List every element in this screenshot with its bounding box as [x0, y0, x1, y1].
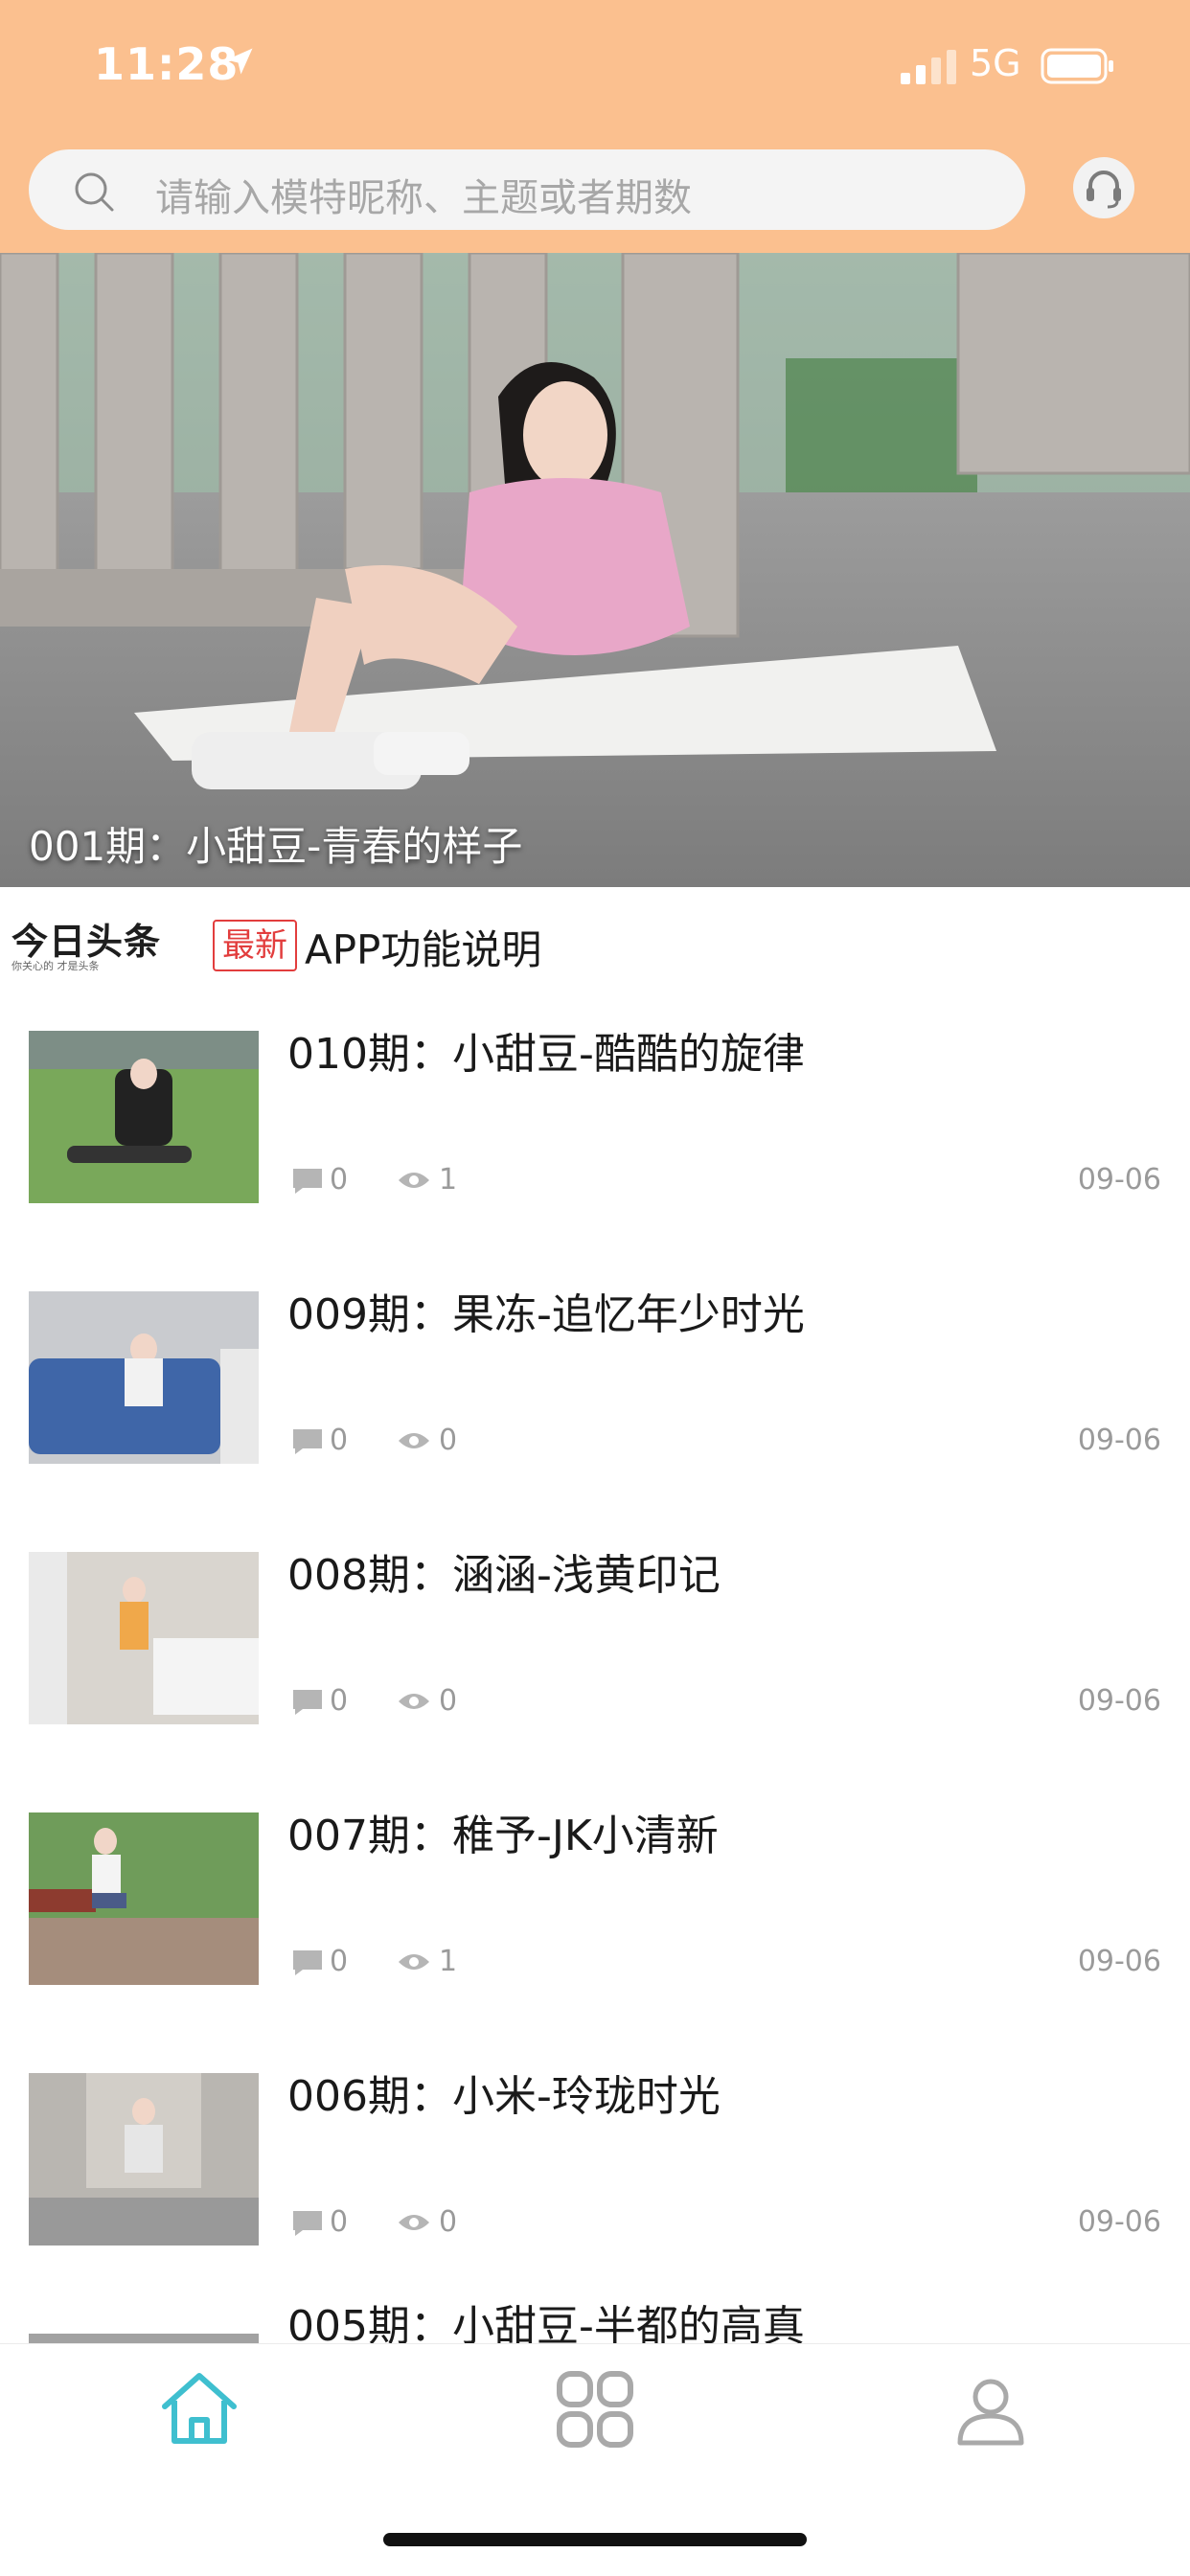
comment-icon — [293, 1429, 322, 1454]
comment-count: 0 — [330, 1163, 349, 1197]
comment-icon — [293, 1950, 322, 1975]
home-icon[interactable] — [159, 2370, 240, 2447]
comment-count: 0 — [330, 2205, 349, 2239]
news-ticker[interactable] — [0, 887, 1190, 992]
news-headline[interactable]: APP功能说明 — [305, 918, 541, 976]
signal-icon — [901, 50, 956, 84]
post-date: 09-06 — [1077, 1945, 1161, 1978]
comment-count: 0 — [330, 1424, 349, 1457]
headset-icon — [1087, 171, 1121, 209]
news-badge: 最新 — [213, 920, 297, 971]
list-item[interactable]: 010期：小甜豆-酷酷的旋律 0 1 09-06 — [0, 992, 1190, 1255]
toutiao-logo-tagline: 你关心的 才是头条 — [11, 960, 100, 972]
status-time: 11:28 — [94, 38, 240, 90]
post-title: 005期：小甜豆-半都的高真 — [287, 2302, 805, 2343]
post-date: 09-06 — [1077, 1163, 1161, 1197]
view-count: 1 — [439, 1163, 458, 1197]
view-icon — [399, 1433, 429, 1448]
comment-count: 0 — [330, 1945, 349, 1978]
list-item[interactable]: 005期：小甜豆-半都的高真 — [0, 2295, 1190, 2343]
list-item[interactable]: 009期：果冻-追忆年少时光 0 0 09-06 — [0, 1253, 1190, 1516]
post-list: 010期：小甜豆-酷酷的旋律 0 1 09-06 009期：果冻-追忆年少时光 … — [0, 992, 1190, 2343]
battery-icon — [1041, 48, 1113, 84]
location-arrow-icon — [226, 48, 253, 75]
view-count: 0 — [439, 1684, 458, 1718]
post-thumbnail — [29, 1812, 259, 1985]
category-icon[interactable] — [556, 2370, 634, 2449]
post-title: 008期：涵涵-浅黄印记 — [287, 1551, 721, 1600]
post-title: 006期：小米-玲珑时光 — [287, 2072, 721, 2121]
banner-caption: 001期：小甜豆-青春的样子 — [29, 823, 523, 870]
post-title: 010期：小甜豆-酷酷的旋律 — [287, 1030, 805, 1079]
post-title: 009期：果冻-追忆年少时光 — [287, 1290, 805, 1339]
post-thumbnail — [29, 2073, 259, 2245]
post-thumbnail — [29, 1552, 259, 1724]
list-item[interactable]: 008期：涵涵-浅黄印记 0 0 09-06 — [0, 1514, 1190, 1776]
post-date: 09-06 — [1077, 2205, 1161, 2239]
banner-image[interactable] — [0, 253, 1190, 887]
post-thumbnail — [29, 2334, 259, 2343]
profile-icon[interactable] — [954, 2374, 1027, 2447]
search-icon — [75, 172, 114, 212]
comment-icon — [293, 2211, 322, 2236]
view-count: 0 — [439, 2205, 458, 2239]
toutiao-logo: 今日头条 — [11, 921, 162, 963]
customer-service-button[interactable] — [1073, 157, 1134, 218]
banner-photo — [0, 253, 1190, 887]
list-item[interactable]: 007期：稚予-JK小清新 0 1 09-06 — [0, 1774, 1190, 2037]
post-date: 09-06 — [1077, 1684, 1161, 1718]
view-icon — [399, 1954, 429, 1970]
comment-icon — [293, 1169, 322, 1194]
post-thumbnail — [29, 1291, 259, 1464]
view-count: 1 — [439, 1945, 458, 1978]
home-indicator — [383, 2533, 807, 2546]
comment-count: 0 — [330, 1684, 349, 1718]
view-icon — [399, 2215, 429, 2230]
comment-icon — [293, 1690, 322, 1715]
list-item[interactable]: 006期：小米-玲珑时光 0 0 09-06 — [0, 2035, 1190, 2297]
view-count: 0 — [439, 1424, 458, 1457]
view-icon — [399, 1694, 429, 1709]
post-title: 007期：稚予-JK小清新 — [287, 1812, 719, 1860]
post-thumbnail — [29, 1031, 259, 1203]
search-placeholder: 请输入模特昵称、主题或者期数 — [155, 176, 692, 220]
view-icon — [399, 1173, 429, 1188]
post-date: 09-06 — [1077, 1424, 1161, 1457]
network-label: 5G — [970, 42, 1021, 84]
